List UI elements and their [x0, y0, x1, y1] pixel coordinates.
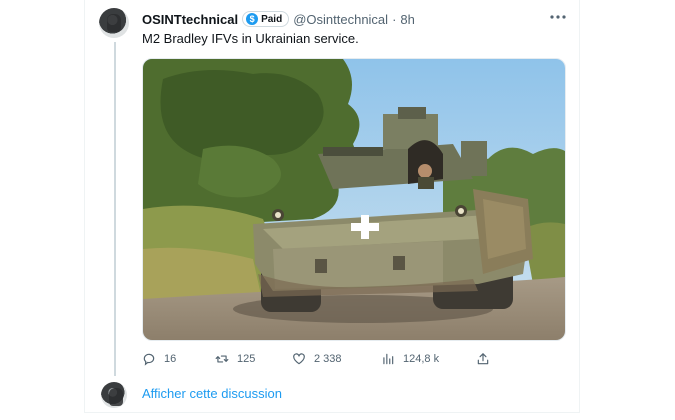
author-display-name[interactable]: OSINTtechnical — [142, 12, 238, 27]
thread-author-avatar[interactable] — [101, 382, 127, 408]
retweet-button[interactable]: 125 — [215, 349, 255, 369]
reply-count: 16 — [164, 353, 177, 365]
paid-badge-label: Paid — [261, 13, 283, 25]
bradley-photo — [143, 59, 565, 340]
share-icon — [477, 353, 489, 365]
dollar-coin-icon: $ — [246, 13, 259, 25]
more-options-button[interactable] — [548, 8, 568, 26]
tweet-header: OSINTtechnical $ Paid @Osinttechnical · … — [142, 9, 415, 29]
views-icon — [383, 353, 394, 365]
views-count: 124,8 k — [403, 353, 440, 365]
tweet-text: M2 Bradley IFVs in Ukrainian service. — [142, 31, 359, 46]
author-avatar[interactable] — [99, 8, 129, 38]
share-button[interactable] — [476, 349, 490, 369]
like-button[interactable]: 2 338 — [292, 349, 342, 369]
tweet-media-photo[interactable] — [142, 58, 566, 341]
reply-button[interactable]: 16 — [142, 349, 176, 369]
tweet-timestamp[interactable]: 8h — [400, 12, 414, 27]
ellipsis-icon — [550, 15, 566, 19]
reply-icon — [143, 353, 155, 366]
views-button[interactable]: 124,8 k — [381, 349, 439, 369]
show-thread-link[interactable]: Afficher cette discussion — [142, 386, 282, 401]
thread-line — [114, 42, 116, 376]
heart-icon — [293, 353, 305, 365]
paid-badge[interactable]: $ Paid — [242, 11, 290, 27]
tweet-actions: 16 125 2 338 124,8 k — [142, 349, 502, 369]
header-separator: · — [392, 11, 397, 27]
retweet-icon — [215, 355, 229, 363]
like-count: 2 338 — [314, 353, 342, 365]
retweet-count: 125 — [237, 353, 256, 365]
author-handle[interactable]: @Osinttechnical — [293, 12, 388, 27]
